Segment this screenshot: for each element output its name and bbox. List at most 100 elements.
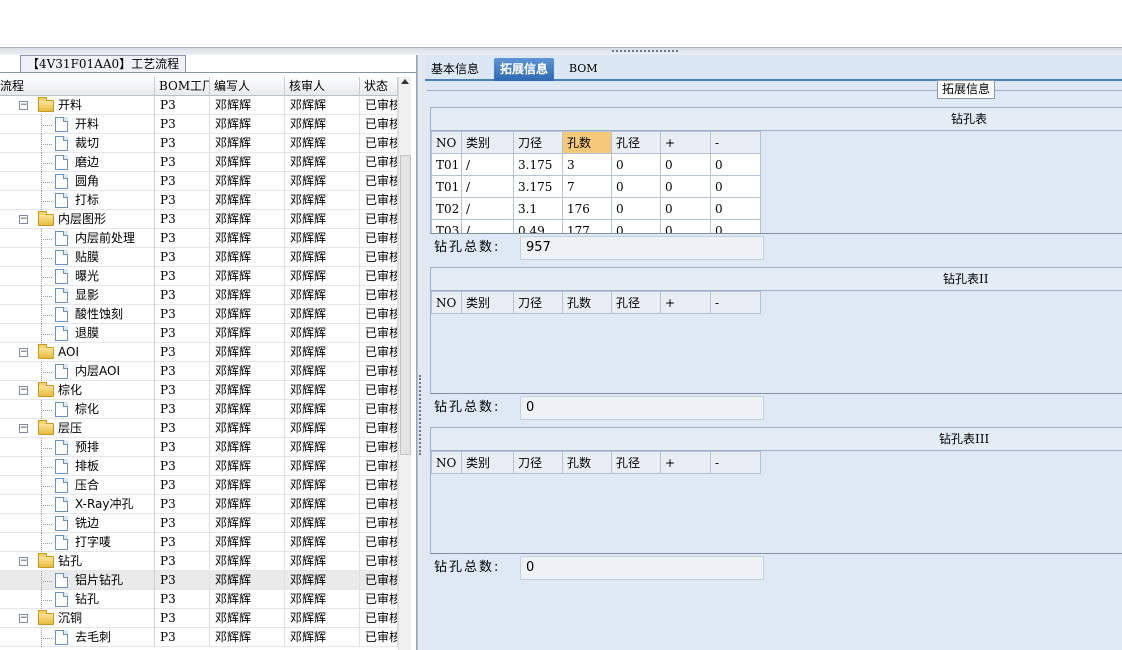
tree-node[interactable]: 预排 <box>0 438 155 457</box>
tree-folder-row[interactable]: − 钻孔 P3 邓辉辉 邓辉辉 已审核 <box>0 552 398 571</box>
drill-column-header[interactable]: 孔数 <box>562 131 612 154</box>
tree-node[interactable]: 酸性蚀刻 <box>0 305 155 324</box>
drill-column-header[interactable]: + <box>660 451 711 474</box>
tree-node[interactable]: 内层前处理 <box>0 229 155 248</box>
tree-item-row[interactable]: 内层前处理 P3 邓辉辉 邓辉辉 已审核 <box>0 229 398 248</box>
drill-cell[interactable]: T02 <box>431 197 462 220</box>
drill-cell[interactable]: 7 <box>562 175 612 198</box>
tree-node[interactable]: 排板 <box>0 457 155 476</box>
tree-item-row[interactable]: 去毛刺 P3 邓辉辉 邓辉辉 已审核 <box>0 628 398 647</box>
collapse-toggle-icon[interactable]: − <box>19 557 28 566</box>
column-header-bom-factory[interactable]: BOM工厂 <box>155 77 210 96</box>
drill-cell[interactable]: T03 <box>431 219 462 233</box>
tree-folder-row[interactable]: − AOI P3 邓辉辉 邓辉辉 已审核 <box>0 343 398 362</box>
tree-item-row[interactable]: 铝片钻孔 P3 邓辉辉 邓辉辉 已审核 <box>0 571 398 590</box>
drill-column-header[interactable]: NO <box>431 451 462 474</box>
tree-item-row[interactable]: 打字唛 P3 邓辉辉 邓辉辉 已审核 <box>0 533 398 552</box>
drill-column-header[interactable]: 刀径 <box>513 131 563 154</box>
tree-node[interactable]: − AOI <box>0 343 155 362</box>
tree-item-row[interactable]: 棕化 P3 邓辉辉 邓辉辉 已审核 <box>0 400 398 419</box>
drill-column-header[interactable]: - <box>710 131 761 154</box>
scroll-thumb[interactable] <box>400 155 411 455</box>
tree-node[interactable]: 铝片钻孔 <box>0 571 155 590</box>
tree-folder-row[interactable]: − 沉铜 P3 邓辉辉 邓辉辉 已审核 <box>0 609 398 628</box>
drill-column-header[interactable]: - <box>710 451 761 474</box>
drill-table-row[interactable]: T01/3.175 7 0 0 0 <box>431 175 761 198</box>
tree-item-row[interactable]: 预排 P3 邓辉辉 邓辉辉 已审核 <box>0 438 398 457</box>
tree-item-row[interactable]: 打标 P3 邓辉辉 邓辉辉 已审核 <box>0 191 398 210</box>
tree-node[interactable]: 曝光 <box>0 267 155 286</box>
tree-item-row[interactable]: 排板 P3 邓辉辉 邓辉辉 已审核 <box>0 457 398 476</box>
vertical-splitter[interactable] <box>417 55 425 650</box>
drill-cell[interactable]: T01 <box>431 153 462 176</box>
drill-cell[interactable]: 3 <box>562 153 612 176</box>
collapse-toggle-icon[interactable]: − <box>19 386 28 395</box>
collapse-toggle-icon[interactable]: − <box>19 215 28 224</box>
drill-cell[interactable]: 0 <box>660 197 711 220</box>
drill-column-header[interactable]: 孔数 <box>562 291 612 314</box>
drill-cell[interactable]: 3.175 <box>513 153 563 176</box>
drill-cell[interactable]: 0 <box>710 197 761 220</box>
drill-total-value[interactable]: 0 <box>520 396 764 420</box>
drill-cell[interactable]: 0 <box>611 197 661 220</box>
tree-node[interactable]: 棕化 <box>0 400 155 419</box>
tree-node[interactable]: − 棕化 <box>0 381 155 400</box>
drill-column-header[interactable]: 类别 <box>461 131 514 154</box>
drill-cell[interactable]: 0 <box>710 153 761 176</box>
tree-node[interactable]: 压合 <box>0 476 155 495</box>
tree-node[interactable]: − 内层图形 <box>0 210 155 229</box>
tree-node[interactable]: 贴膜 <box>0 248 155 267</box>
tree-item-row[interactable]: 显影 P3 邓辉辉 邓辉辉 已审核 <box>0 286 398 305</box>
drill-column-header[interactable]: 类别 <box>461 451 514 474</box>
tab-basic-info[interactable]: 基本信息 <box>425 58 485 81</box>
column-header-flow[interactable]: 流程 <box>0 77 155 96</box>
collapse-toggle-icon[interactable]: − <box>19 348 28 357</box>
tree-item-row[interactable]: 压合 P3 邓辉辉 邓辉辉 已审核 <box>0 476 398 495</box>
tree-node[interactable]: − 沉铜 <box>0 609 155 628</box>
drill-cell[interactable]: 0 <box>660 175 711 198</box>
tree-item-row[interactable]: 铣边 P3 邓辉辉 邓辉辉 已审核 <box>0 514 398 533</box>
tree-folder-row[interactable]: − 内层图形 P3 邓辉辉 邓辉辉 已审核 <box>0 210 398 229</box>
drill-column-header[interactable]: 刀径 <box>513 451 563 474</box>
tree-item-row[interactable]: 酸性蚀刻 P3 邓辉辉 邓辉辉 已审核 <box>0 305 398 324</box>
tree-item-row[interactable]: 曝光 P3 邓辉辉 邓辉辉 已审核 <box>0 267 398 286</box>
drill-cell[interactable]: 0 <box>611 153 661 176</box>
drill-cell[interactable]: 3.175 <box>513 175 563 198</box>
drill-table-row[interactable]: T01/3.175 3 0 0 0 <box>431 153 761 176</box>
tree-node[interactable]: 铣边 <box>0 514 155 533</box>
collapse-toggle-icon[interactable]: − <box>19 101 28 110</box>
drill-column-header[interactable]: NO <box>431 131 462 154</box>
drill-cell[interactable]: 0 <box>660 153 711 176</box>
drill-cell[interactable]: 0 <box>710 219 761 233</box>
scroll-up-icon[interactable] <box>401 79 409 84</box>
tree-folder-row[interactable]: − 层压 P3 邓辉辉 邓辉辉 已审核 <box>0 419 398 438</box>
drill-cell[interactable]: 0 <box>660 219 711 233</box>
tree-node[interactable]: 圆角 <box>0 172 155 191</box>
drill-column-header[interactable]: 类别 <box>461 291 514 314</box>
drill-cell[interactable]: 177 <box>562 219 612 233</box>
tree-node[interactable]: 裁切 <box>0 134 155 153</box>
tree-folder-row[interactable]: − 棕化 P3 邓辉辉 邓辉辉 已审核 <box>0 381 398 400</box>
drill-column-header[interactable]: + <box>660 131 711 154</box>
drill-total-value[interactable]: 957 <box>520 236 764 260</box>
tree-node[interactable]: − 钻孔 <box>0 552 155 571</box>
tree-node[interactable]: 钻孔 <box>0 590 155 609</box>
tree-node[interactable]: 退膜 <box>0 324 155 343</box>
drill-column-header[interactable]: 孔径 <box>611 291 661 314</box>
collapse-toggle-icon[interactable]: − <box>19 614 28 623</box>
collapse-toggle-icon[interactable]: − <box>19 424 28 433</box>
tree-item-row[interactable]: 开料 P3 邓辉辉 邓辉辉 已审核 <box>0 115 398 134</box>
tab-extended-info[interactable]: 拓展信息 <box>494 58 555 81</box>
drill-total-value[interactable]: 0 <box>520 556 764 580</box>
drill-cell[interactable]: 176 <box>562 197 612 220</box>
tree-node[interactable]: 去毛刺 <box>0 628 155 647</box>
tree-item-row[interactable]: 圆角 P3 邓辉辉 邓辉辉 已审核 <box>0 172 398 191</box>
tree-scrollbar[interactable] <box>398 77 411 650</box>
drill-cell[interactable]: 0 <box>611 175 661 198</box>
process-flow-tab[interactable]: 【4V31F01AA0】工艺流程 <box>20 55 187 73</box>
tree-item-row[interactable]: 退膜 P3 邓辉辉 邓辉辉 已审核 <box>0 324 398 343</box>
drill-column-header[interactable]: 孔数 <box>562 451 612 474</box>
column-header-writer[interactable]: 编写人 <box>210 77 285 96</box>
tree-node[interactable]: 显影 <box>0 286 155 305</box>
drill-cell[interactable]: / <box>461 175 514 198</box>
